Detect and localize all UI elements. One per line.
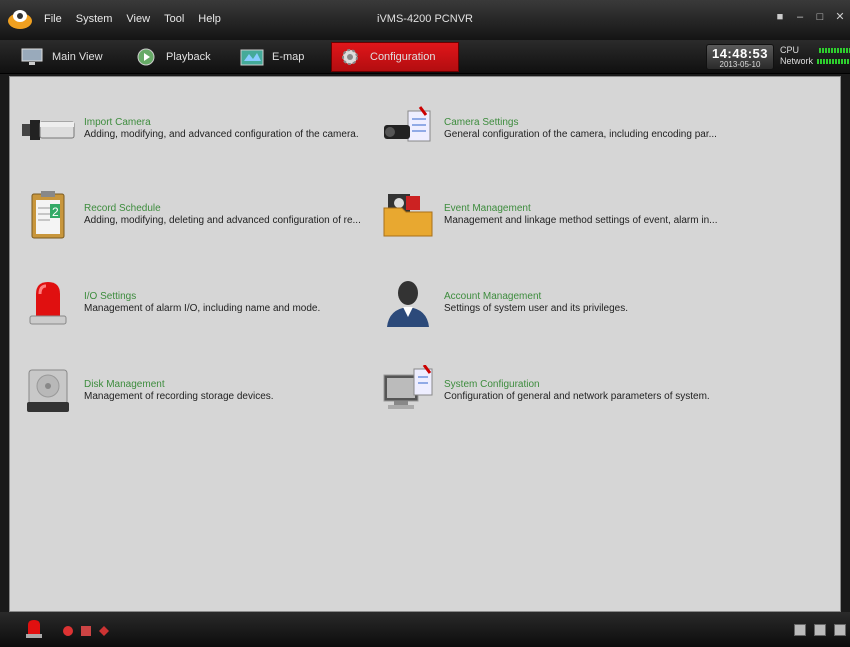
tab-emap[interactable]: E-map — [234, 42, 324, 72]
pin-icon[interactable] — [794, 624, 806, 636]
menu-file[interactable]: File — [44, 13, 62, 25]
camera-icon — [20, 103, 76, 155]
item-desc: Settings of system user and its privileg… — [444, 303, 628, 314]
item-title: Record Schedule — [84, 203, 161, 214]
nav-tab-bar: Main View Playback E-map Configuration 1… — [0, 40, 850, 74]
fullscreen-icon[interactable] — [834, 624, 846, 636]
tab-main-view[interactable]: Main View — [14, 42, 114, 72]
hard-disk-icon — [20, 365, 76, 417]
statusbar-controls — [794, 624, 846, 636]
menu-tool[interactable]: Tool — [164, 13, 184, 25]
configuration-panel: Import Camera Adding, modifying, and adv… — [9, 76, 841, 612]
clipboard-icon: 2 — [20, 189, 76, 241]
tab-label: E-map — [272, 51, 305, 63]
map-icon — [240, 46, 264, 68]
item-title: Event Management — [444, 203, 531, 214]
status-bar — [0, 612, 850, 647]
monitor-icon — [20, 46, 44, 68]
item-desc: Management and linkage method settings o… — [444, 215, 718, 226]
restore-icon[interactable] — [814, 624, 826, 636]
resource-meters: CPU Network — [780, 45, 850, 67]
computer-settings-icon — [380, 365, 436, 417]
item-title: Camera Settings — [444, 117, 519, 128]
maximize-icon[interactable]: □ — [814, 11, 826, 23]
camera-settings-icon — [380, 103, 436, 155]
item-title: Account Management — [444, 291, 542, 302]
item-desc: Adding, modifying, deleting and advanced… — [84, 215, 361, 226]
cpu-meter — [819, 48, 850, 53]
user-icon — [380, 277, 436, 329]
tab-label: Configuration — [370, 51, 436, 63]
tab-configuration[interactable]: Configuration — [331, 42, 459, 72]
exception-icon[interactable] — [98, 625, 110, 637]
network-meter — [817, 59, 850, 64]
record-schedule-item[interactable]: 2 Record Schedule Adding, modifying, del… — [20, 189, 361, 241]
event-folder-icon — [380, 189, 436, 241]
item-desc: Adding, modifying, and advanced configur… — [84, 129, 359, 140]
cpu-label: CPU — [780, 45, 800, 55]
network-label: Network — [780, 56, 814, 66]
item-desc: Management of recording storage devices. — [84, 391, 274, 402]
item-desc: General configuration of the camera, inc… — [444, 129, 717, 140]
system-configuration-item[interactable]: System Configuration Configuration of ge… — [380, 365, 710, 417]
item-title: I/O Settings — [84, 291, 137, 302]
menu-bar: File System View Tool Help — [44, 13, 235, 25]
tab-playback[interactable]: Playback — [128, 42, 228, 72]
import-camera-item[interactable]: Import Camera Adding, modifying, and adv… — [20, 103, 359, 155]
alarm-icon[interactable] — [24, 618, 44, 640]
io-settings-item[interactable]: I/O Settings Management of alarm I/O, in… — [20, 277, 320, 329]
lock-icon[interactable]: ■ — [774, 11, 786, 23]
item-desc: Configuration of general and network par… — [444, 391, 710, 402]
window-controls: ■ – □ ✕ — [774, 11, 846, 23]
item-title: Disk Management — [84, 379, 165, 390]
disk-management-item[interactable]: Disk Management Management of recording … — [20, 365, 274, 417]
clock-date: 2013-05-10 — [719, 60, 761, 69]
gear-icon — [338, 46, 362, 68]
menu-view[interactable]: View — [126, 13, 150, 25]
title-bar: File System View Tool Help iVMS-4200 PCN… — [0, 0, 850, 40]
minimize-icon[interactable]: – — [794, 11, 806, 23]
playback-icon — [134, 46, 158, 68]
item-desc: Management of alarm I/O, including name … — [84, 303, 321, 314]
clock-time: 14:48:53 — [711, 46, 769, 61]
item-title: Import Camera — [84, 117, 151, 128]
record-event-icon[interactable] — [80, 625, 92, 637]
menu-system[interactable]: System — [76, 13, 113, 25]
alarm-event-icon[interactable] — [62, 625, 74, 637]
alarm-light-icon — [20, 277, 76, 329]
close-icon[interactable]: ✕ — [834, 11, 846, 23]
event-management-item[interactable]: Event Management Management and linkage … — [380, 189, 718, 241]
clock: 14:48:53 2013-05-10 — [706, 44, 774, 70]
item-title: System Configuration — [444, 379, 540, 390]
svg-text:2: 2 — [52, 205, 59, 219]
menu-help[interactable]: Help — [198, 13, 221, 25]
camera-settings-item[interactable]: Camera Settings General configuration of… — [380, 103, 717, 155]
app-logo-icon — [8, 10, 32, 29]
account-management-item[interactable]: Account Management Settings of system us… — [380, 277, 628, 329]
tab-label: Playback — [166, 51, 211, 63]
tab-label: Main View — [52, 51, 103, 63]
